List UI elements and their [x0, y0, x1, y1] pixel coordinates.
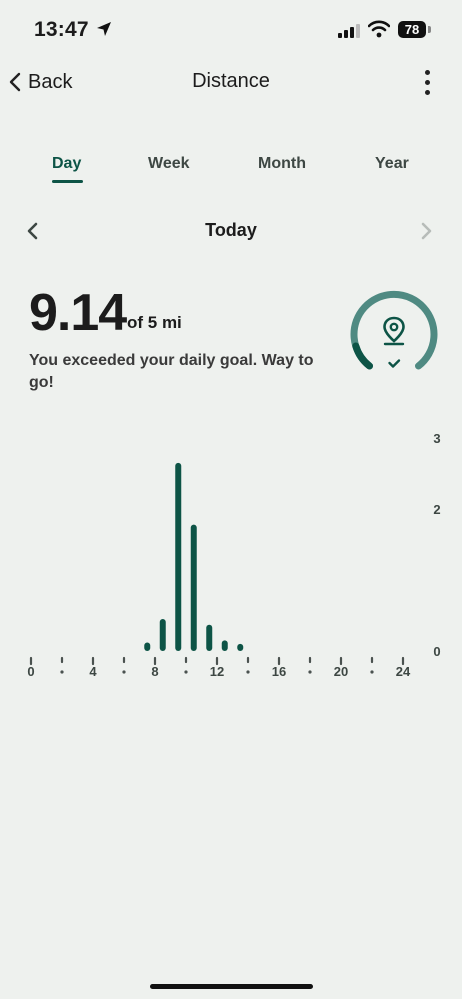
active-tab-indicator — [52, 180, 83, 183]
chart-bar — [237, 643, 244, 651]
status-time: 13:47 — [34, 18, 89, 41]
x-tick-dot — [308, 670, 312, 674]
y-tick-label: 2 — [433, 502, 440, 517]
tab-day[interactable]: Day — [52, 155, 81, 173]
x-tick-label: 16 — [272, 664, 286, 679]
check-icon — [388, 359, 401, 368]
x-tick-dot — [370, 670, 374, 674]
goal-message: You exceeded your daily goal. Way to go! — [29, 352, 314, 391]
tab-year[interactable]: Year — [375, 155, 409, 173]
x-tick-label: 12 — [210, 664, 224, 679]
x-tick-dot — [184, 670, 188, 674]
x-tick-label: 0 — [27, 664, 34, 679]
x-tick-label: 8 — [151, 664, 158, 679]
chart-bar — [221, 640, 228, 651]
next-day-icon[interactable] — [418, 220, 434, 242]
tab-week[interactable]: Week — [148, 155, 190, 173]
y-tick-label: 0 — [433, 644, 440, 659]
x-tick-label: 20 — [334, 664, 348, 679]
more-options-icon[interactable] — [418, 68, 438, 98]
location-arrow-icon — [97, 22, 111, 36]
x-tick-dot — [122, 670, 126, 674]
x-tick-label: 24 — [396, 664, 411, 679]
goal-progress-ring — [350, 290, 438, 370]
location-pin-icon — [383, 316, 405, 346]
chart-bar — [159, 619, 166, 651]
hourly-distance-chart: 0 4 8 12 16 20 24 0 2 3 — [27, 431, 440, 679]
distance-value: 9.14 — [29, 284, 127, 342]
page-title: Distance — [192, 70, 270, 92]
battery-tip — [428, 26, 431, 33]
chart-bar — [144, 642, 151, 651]
x-tick-dot — [60, 670, 64, 674]
tab-month[interactable]: Month — [258, 155, 306, 173]
x-tick-dot — [246, 670, 250, 674]
y-tick-label: 3 — [433, 431, 440, 446]
chart-bar — [175, 462, 182, 651]
wifi-icon — [368, 20, 390, 38]
cellular-signal-icon — [338, 24, 360, 38]
chart-bar — [206, 624, 213, 651]
chart-bar — [190, 524, 197, 651]
distance-goal: of 5 mi — [127, 313, 182, 332]
battery-level: 78 — [398, 21, 426, 38]
home-indicator — [150, 984, 313, 989]
x-tick-label: 4 — [89, 664, 97, 679]
date-label: Today — [205, 220, 257, 240]
